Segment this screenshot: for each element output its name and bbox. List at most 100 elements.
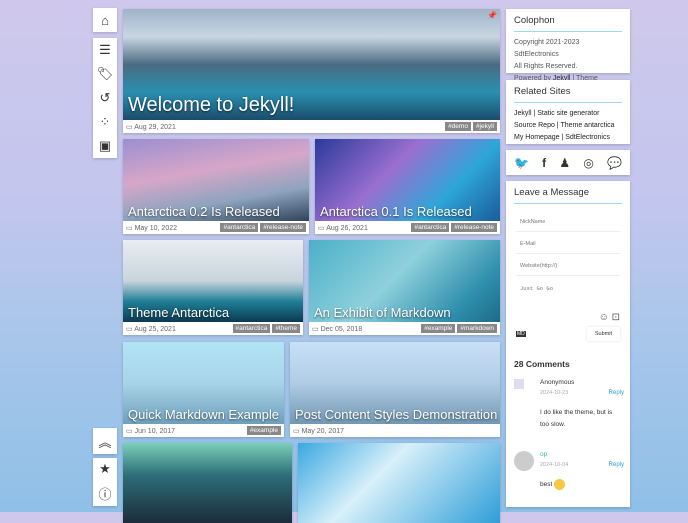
colophon-panel: Colophon Copyright 2021-2023 SdtElectron…	[506, 9, 630, 94]
comment-author[interactable]: op	[540, 451, 547, 458]
comment-textarea[interactable]: Just Go Go	[516, 279, 620, 309]
tag-badge[interactable]: #release-note	[260, 223, 306, 232]
tag-badge[interactable]: #antarctica	[220, 223, 259, 232]
reply-link[interactable]: Reply	[609, 390, 624, 396]
nickname-input[interactable]: NickName	[516, 213, 620, 232]
related-link[interactable]: Source Repo | Theme antarctica	[514, 120, 622, 132]
tag-badge[interactable]: #example	[246, 426, 281, 435]
post-card[interactable]	[298, 443, 500, 523]
tag-badge[interactable]: #antarctica	[232, 324, 271, 333]
tag-badge[interactable]: #markdown	[457, 324, 497, 333]
comment-text: I do like the theme, but is too slow.	[540, 409, 613, 428]
post-title[interactable]: An Exhibit of Markdown	[314, 305, 451, 320]
post-meta: ▭ May 20, 2017	[290, 424, 500, 437]
tag-badge[interactable]: #theme	[272, 324, 300, 333]
post-date: ▭ Dec 05, 2018	[312, 325, 419, 333]
comment-date: 2024-10-04	[540, 462, 569, 468]
reply-link[interactable]: Reply	[609, 462, 624, 468]
tag-badge[interactable]: #antarctica	[411, 223, 450, 232]
avatar	[514, 451, 534, 471]
post-card[interactable]: Quick Markdown Example ▭ Jun 10, 2017 #exa…	[123, 342, 284, 437]
copyright: Copyright 2021-2023 SdtElectronics	[514, 39, 580, 58]
star-icon[interactable]: ★	[93, 461, 117, 477]
post-date: ▭ Aug 29, 2021	[126, 123, 443, 131]
date-text: May 20, 2017	[301, 427, 344, 435]
info-icon[interactable]: ⓘ	[93, 484, 117, 503]
related-sites-panel: Related Sites Jekyll | Static site gener…	[506, 80, 630, 144]
social-panel: 🐦 f ♟ ◎ 💬	[506, 150, 630, 175]
categories-icon[interactable]: ⁘	[93, 114, 117, 130]
calendar-icon: ▭	[126, 123, 133, 131]
facebook-icon[interactable]: f	[542, 156, 546, 170]
gallery-icon[interactable]: ▣	[93, 138, 117, 154]
comment-count: 28 Comments	[514, 359, 570, 369]
related-link[interactable]: My Homepage | SdtElectronics	[514, 132, 622, 144]
tags-icon[interactable]: 🏷	[93, 66, 117, 82]
post-date: ▭ Aug 26, 2021	[318, 224, 409, 232]
date-text: Jun 10, 2017	[134, 427, 176, 435]
home-icon[interactable]: ⌂	[93, 13, 117, 28]
nav-menu: ☰ 🏷 ↺ ⁘ ▣	[93, 38, 117, 158]
preview-icon[interactable]: ⊡	[612, 312, 620, 323]
post-cover-image	[123, 443, 292, 523]
calendar-icon: ▭	[312, 325, 319, 333]
nav-top: ︽	[93, 428, 117, 454]
post-meta: ▭ Jun 10, 2017 #example	[123, 424, 284, 437]
post-title[interactable]: Quick Markdown Example	[128, 407, 279, 422]
post-date: ▭ Aug 25, 2021	[126, 325, 231, 333]
website-input[interactable]: Website(http://)	[516, 257, 620, 276]
tag-badge[interactable]: #demo	[445, 122, 471, 131]
chevron-up-icon[interactable]: ︽	[93, 432, 117, 451]
comment: Anonymous 2024-10-23 Reply I do like the…	[514, 379, 624, 451]
date-text: May 10, 2022	[134, 224, 177, 232]
comment-text: best	[540, 481, 553, 489]
post-card[interactable]: An Exhibit of Markdown ▭ Dec 05, 2018 #exa…	[309, 240, 500, 335]
markdown-icon: MD	[516, 331, 526, 337]
post-card[interactable]: Antarctica 0.1 Is Released ▭ Aug 26, 2021…	[315, 139, 500, 234]
post-card[interactable]	[123, 443, 292, 523]
post-title[interactable]: Theme Antarctica	[128, 305, 229, 320]
emoji-smile-icon	[554, 479, 566, 490]
post-meta: ▭ Dec 05, 2018 #example #markdown	[309, 322, 500, 335]
history-icon[interactable]: ↺	[93, 90, 117, 106]
post-card[interactable]: Welcome to Jekyll! ▭ Aug 29, 2021 #demo #je…	[123, 9, 500, 133]
qq-icon[interactable]: ♟	[559, 156, 570, 170]
emoji-icon[interactable]: ☺	[599, 312, 609, 323]
comment-date: 2024-10-23	[540, 390, 569, 396]
list-icon[interactable]: ☰	[93, 42, 117, 58]
post-card[interactable]: Theme Antarctica ▭ Aug 25, 2021 #antarctic…	[123, 240, 303, 335]
comment-author: Anonymous	[540, 379, 575, 386]
wechat-icon[interactable]: 💬	[607, 156, 622, 170]
email-input[interactable]: E-Mail	[516, 235, 620, 254]
colophon-title: Colophon	[514, 15, 622, 32]
date-text: Aug 26, 2021	[326, 224, 368, 232]
comment: op 2024-10-04 Reply best	[514, 451, 624, 501]
tag-badge[interactable]: #release-note	[451, 223, 497, 232]
related-link[interactable]: Jekyll | Static site generator	[514, 108, 622, 120]
calendar-icon: ▭	[126, 325, 133, 333]
post-date: ▭ May 20, 2017	[293, 427, 497, 435]
tag-badge[interactable]: #jekyll	[472, 122, 497, 131]
post-date: ▭ Jun 10, 2017	[126, 427, 245, 435]
tag-badge[interactable]: #example	[421, 324, 456, 333]
post-title[interactable]: Antarctica 0.2 Is Released	[128, 204, 280, 219]
post-card[interactable]: Antarctica 0.2 Is Released ▭ May 10, 2022…	[123, 139, 309, 234]
related-title: Related Sites	[514, 86, 622, 103]
date-text: Dec 05, 2018	[320, 325, 363, 333]
calendar-icon: ▭	[293, 427, 300, 435]
weibo-icon[interactable]: ◎	[583, 156, 593, 170]
submit-button[interactable]: Submit	[587, 327, 620, 341]
twitter-icon[interactable]: 🐦	[514, 156, 529, 170]
post-title[interactable]: Post Content Styles Demonstration	[295, 407, 497, 422]
post-meta: ▭ Aug 25, 2021 #antarctica #theme	[123, 322, 303, 335]
calendar-icon: ▭	[318, 224, 325, 232]
calendar-icon: ▭	[126, 427, 133, 435]
post-meta: ▭ May 10, 2022 #antarctica #release-note	[123, 221, 309, 234]
post-meta: ▭ Aug 29, 2021 #demo #jekyll	[123, 120, 500, 133]
post-title[interactable]: Antarctica 0.1 Is Released	[320, 204, 472, 219]
date-text: Aug 29, 2021	[134, 123, 176, 131]
post-title[interactable]: Welcome to Jekyll!	[128, 94, 294, 117]
pin-icon: 📌	[487, 11, 497, 20]
date-text: Aug 25, 2021	[134, 325, 176, 333]
post-card[interactable]: Post Content Styles Demonstration ▭ May 2…	[290, 342, 500, 437]
